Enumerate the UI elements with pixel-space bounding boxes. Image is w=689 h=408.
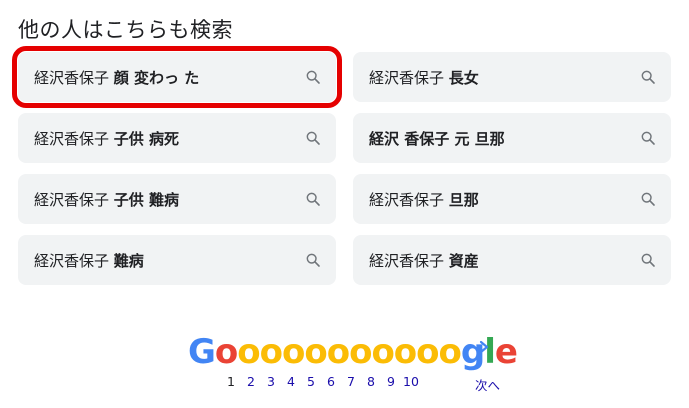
related-search-text: 経沢香保子 長女 [369,68,479,87]
related-search-text: 経沢香保子 旦那 [369,190,479,209]
search-icon [639,129,657,147]
logo-letter: o [237,332,260,372]
search-icon [639,251,657,269]
logo-letter: o [304,332,327,372]
google-pagination-logo: Gooooooooooogle [188,332,518,372]
related-search-text: 経沢香保子 顔 変わっ た [34,68,200,87]
logo-letter: o [259,332,283,372]
logo-letter: o [282,332,305,372]
logo-letter: o [326,332,350,372]
related-search-chip[interactable]: 経沢香保子 子供 病死 [18,113,336,163]
section-title: 他の人はこちらも検索 [18,18,233,42]
related-search-text: 経沢香保子 子供 難病 [34,190,180,209]
search-icon [304,129,322,147]
related-search-chip[interactable]: 経沢香保子 資産 [353,235,671,285]
logo-letter: e [494,332,518,372]
page-number-8[interactable]: 8 [361,374,381,389]
related-search-text: 経沢香保子 資産 [369,251,479,270]
page-number-6[interactable]: 6 [321,374,341,389]
logo-letter: o [438,332,462,372]
related-search-chip[interactable]: 経沢香保子 長女 [353,52,671,102]
related-search-chip[interactable]: 経沢 香保子 元 旦那 [353,113,671,163]
page-number-4[interactable]: 4 [281,374,301,389]
search-icon [304,251,322,269]
logo-letter: o [416,332,439,372]
page-number-3[interactable]: 3 [261,374,281,389]
logo-letter: o [214,332,238,372]
page-number-10[interactable]: 10 [401,374,421,389]
page-number-1: 1 [227,374,235,389]
page-number-5[interactable]: 5 [301,374,321,389]
logo-letter: G [188,332,216,372]
logo-letter: o [371,332,394,372]
page-number-2[interactable]: 2 [241,374,261,389]
page-number-7[interactable]: 7 [341,374,361,389]
related-searches-grid: 経沢香保子 顔 変わっ た 経沢香保子 長女 経沢香保子 子供 病死 経沢 香保… [12,46,671,285]
related-search-text: 経沢 香保子 元 旦那 [369,129,505,148]
logo-letter: o [393,332,417,372]
search-icon [304,190,322,208]
search-icon [304,68,322,86]
related-search-text: 経沢香保子 子供 病死 [34,129,180,148]
search-icon [639,68,657,86]
logo-letter: o [349,332,372,372]
related-search-chip[interactable]: 経沢香保子 難病 [18,235,336,285]
related-search-text: 経沢香保子 難病 [34,251,144,270]
related-search-chip[interactable]: 経沢香保子 子供 難病 [18,174,336,224]
related-search-chip[interactable]: 経沢香保子 顔 変わっ た [12,46,342,108]
next-page-link[interactable]: 次へ [475,375,500,394]
related-search-chip[interactable]: 経沢香保子 旦那 [353,174,671,224]
page-number-9[interactable]: 9 [381,374,401,389]
search-icon [639,190,657,208]
pagination: Gooooooooooogle 1 2 3 4 5 6 7 8 9 10 次へ [188,332,518,402]
page-numbers: 1 2 3 4 5 6 7 8 9 10 [221,374,421,389]
chevron-right-icon[interactable] [478,336,492,358]
